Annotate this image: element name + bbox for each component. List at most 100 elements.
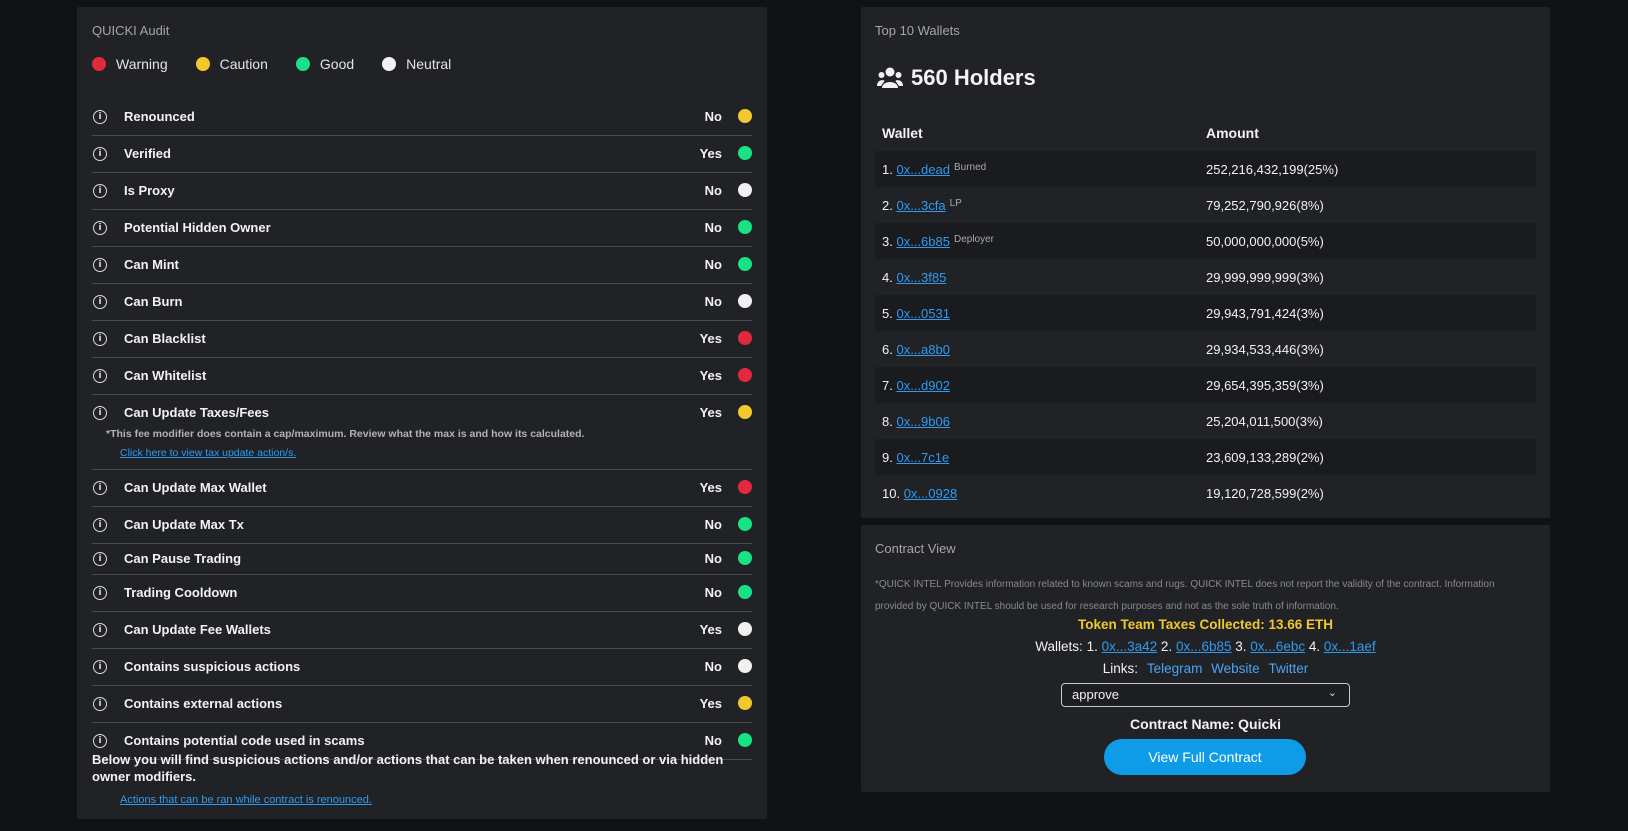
audit-row-can-update-taxes: i Can Update Taxes/Fees Yes *This fee mo… <box>92 395 752 470</box>
legend-warning: Warning <box>92 56 168 72</box>
wallet-link[interactable]: 0x...dead <box>896 162 950 177</box>
audit-value: No <box>704 109 722 124</box>
audit-label: Can Blacklist <box>124 331 206 346</box>
audit-row-trading-cooldown: i Trading Cooldown No <box>92 575 752 612</box>
website-link[interactable]: Website <box>1211 661 1260 676</box>
status-dot <box>738 331 752 345</box>
info-icon[interactable]: i <box>93 734 107 748</box>
wallet-link[interactable]: 0x...3f85 <box>896 270 946 285</box>
info-icon[interactable]: i <box>93 332 107 346</box>
wallets-label: Wallets: <box>1035 639 1083 654</box>
tax-wallet-link[interactable]: 0x...3a42 <box>1102 639 1158 654</box>
wallet-cell: 7. 0x...d902 <box>875 367 1199 403</box>
wallet-link[interactable]: 0x...6b85 <box>896 234 950 249</box>
status-dot <box>738 733 752 747</box>
tax-wallets-line: Wallets: 1. 0x...3a42 2. 0x...6b85 3. 0x… <box>1035 639 1376 654</box>
view-full-contract-button[interactable]: View Full Contract <box>1104 739 1306 775</box>
tax-wallet-link[interactable]: 0x...6ebc <box>1250 639 1305 654</box>
audit-row-external-actions: i Contains external actions Yes <box>92 686 752 723</box>
twitter-link[interactable]: Twitter <box>1268 661 1308 676</box>
audit-label: Potential Hidden Owner <box>124 220 271 235</box>
table-row: 10. 0x...0928 19,120,728,599(2%) <box>875 475 1536 511</box>
info-icon[interactable]: i <box>93 258 107 272</box>
status-dot <box>738 480 752 494</box>
audit-row-can-burn: i Can Burn No <box>92 284 752 321</box>
info-icon[interactable]: i <box>93 184 107 198</box>
fee-note: *This fee modifier does contain a cap/ma… <box>92 428 752 469</box>
wallets-table: Wallet Amount 1. 0x...dead Burned 252,216… <box>875 115 1536 511</box>
wallet-link[interactable]: 0x...d902 <box>896 378 950 393</box>
audit-label: Can Pause Trading <box>124 551 242 566</box>
info-icon[interactable]: i <box>93 660 107 674</box>
info-icon[interactable]: i <box>93 697 107 711</box>
audit-label: Can Update Max Tx <box>124 517 244 532</box>
wallet-link[interactable]: 0x...9b06 <box>896 414 950 429</box>
amount-cell: 252,216,432,199(25%) <box>1199 151 1536 187</box>
table-row: 9. 0x...7c1e 23,609,133,289(2%) <box>875 439 1536 475</box>
audit-value: Yes <box>699 480 722 495</box>
audit-value: No <box>704 257 722 272</box>
audit-value: No <box>704 517 722 532</box>
status-dot <box>738 405 752 419</box>
wallet-link[interactable]: 0x...0928 <box>904 486 958 501</box>
info-icon[interactable]: i <box>93 221 107 235</box>
audit-label: Can Burn <box>124 294 183 309</box>
info-icon[interactable]: i <box>93 147 107 161</box>
audit-value: No <box>704 585 722 600</box>
tax-update-link[interactable]: Click here to view tax update action/s. <box>120 447 752 459</box>
audit-label: Is Proxy <box>124 183 175 198</box>
amount-cell: 29,934,533,446(3%) <box>1206 341 1324 357</box>
info-icon[interactable]: i <box>93 110 107 124</box>
amount-cell: 29,999,999,999(3%) <box>1206 269 1324 285</box>
chevron-down-icon: ⌄ <box>1327 687 1337 699</box>
info-icon[interactable]: i <box>93 518 107 532</box>
telegram-link[interactable]: Telegram <box>1147 661 1203 676</box>
audit-value: No <box>704 733 722 748</box>
info-icon[interactable]: i <box>93 406 107 420</box>
audit-value: No <box>704 294 722 309</box>
neutral-dot <box>382 57 397 71</box>
tax-wallet-link[interactable]: 0x...1aef <box>1324 639 1376 654</box>
table-row: 6. 0x...a8b0 29,934,533,446(3%) <box>875 331 1536 367</box>
info-icon[interactable]: i <box>93 295 107 309</box>
wallet-link[interactable]: 0x...7c1e <box>896 450 949 465</box>
audit-row-verified: i Verified Yes <box>92 136 752 173</box>
info-icon[interactable]: i <box>93 586 107 600</box>
warning-dot <box>92 57 106 71</box>
legend: Warning Caution Good Neutral <box>92 56 479 72</box>
disclaimer-text: *QUICK INTEL Provides information relate… <box>875 579 1495 612</box>
legend-label: Warning <box>116 56 168 72</box>
renounced-actions-link[interactable]: Actions that can be ran while contract i… <box>120 794 372 806</box>
info-icon[interactable]: i <box>93 552 107 566</box>
legend-caution: Caution <box>195 56 268 72</box>
info-icon[interactable]: i <box>93 369 107 383</box>
info-icon[interactable]: i <box>93 481 107 495</box>
legend-label: Neutral <box>406 56 452 72</box>
amount-cell: 50,000,000,000(5%) <box>1199 223 1536 259</box>
audit-row-can-whitelist: i Can Whitelist Yes <box>92 358 752 395</box>
wallet-link[interactable]: 0x...0531 <box>896 306 950 321</box>
audit-row-is-proxy: i Is Proxy No <box>92 173 752 210</box>
links-line: Links: Telegram Website Twitter <box>861 661 1550 676</box>
contract-title: Contract View <box>875 541 956 556</box>
audit-label: Contains suspicious actions <box>124 659 301 674</box>
legend-good: Good <box>295 56 355 72</box>
status-dot <box>738 551 752 565</box>
function-select[interactable]: approve ⌄ <box>1061 683 1350 707</box>
amount-cell: 23,609,133,289(2%) <box>1199 439 1536 475</box>
audit-value: Yes <box>699 368 722 383</box>
table-row: 2. 0x...3cfa LP 79,252,790,926(8%) <box>875 187 1536 223</box>
info-icon[interactable]: i <box>93 623 107 637</box>
status-dot <box>738 109 752 123</box>
wallet-link[interactable]: 0x...3cfa <box>896 198 945 213</box>
audit-value: Yes <box>699 405 722 420</box>
audit-value: No <box>704 659 722 674</box>
holders-count: 560 Holders <box>877 65 1036 91</box>
legend-label: Caution <box>219 56 268 72</box>
audit-value: No <box>704 551 722 566</box>
tax-wallet-link[interactable]: 0x...6b85 <box>1176 639 1232 654</box>
table-row: 4. 0x...3f85 29,999,999,999(3%) <box>875 259 1536 295</box>
contract-panel: Contract View *QUICK INTEL Provides info… <box>861 525 1550 792</box>
wallet-link[interactable]: 0x...a8b0 <box>896 342 950 357</box>
legend-label: Good <box>319 56 355 72</box>
